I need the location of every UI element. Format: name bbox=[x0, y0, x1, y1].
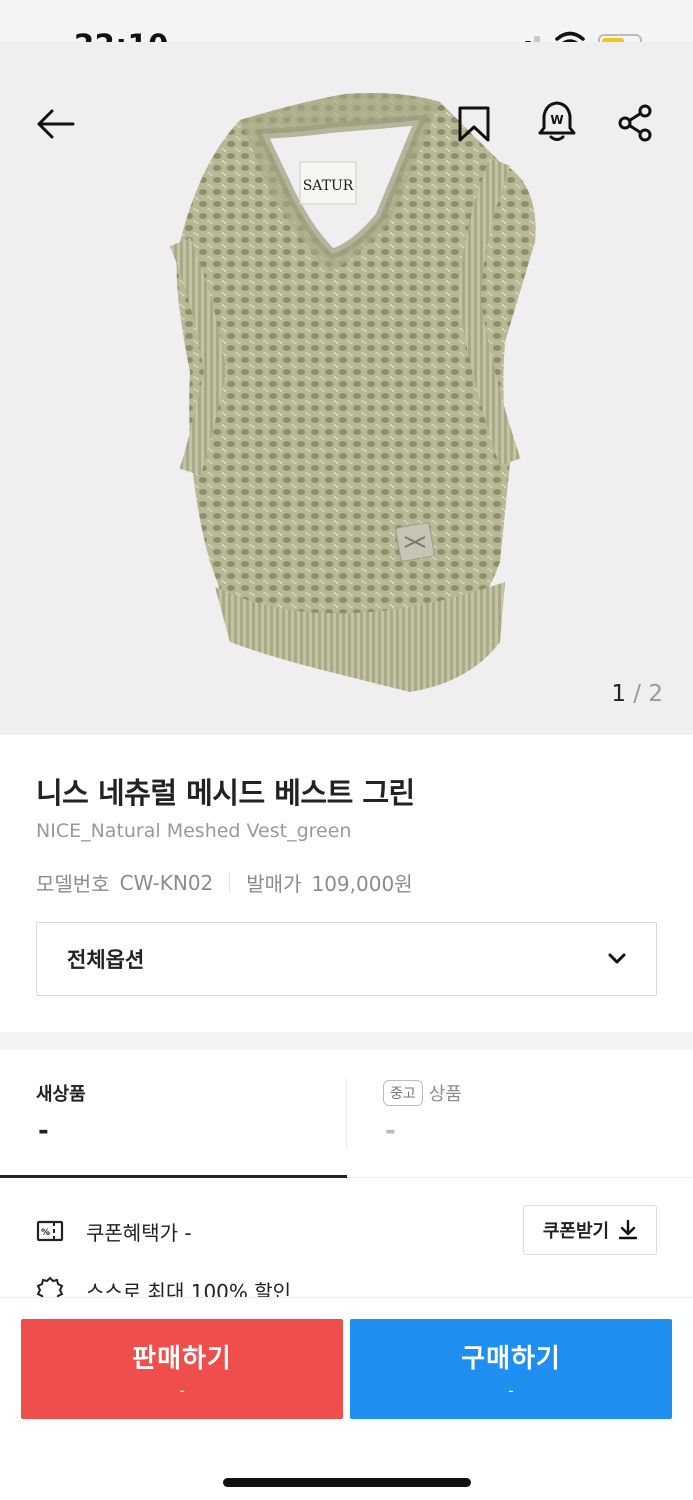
price-alert-button[interactable]: W bbox=[534, 98, 580, 146]
product-subtitle: NICE_Natural Meshed Vest_green bbox=[36, 820, 352, 842]
product-image: SATUR bbox=[169, 93, 536, 692]
coupon-price-text: 쿠폰혜택가 - bbox=[86, 1220, 192, 1245]
tab-used-head: 중고 상품 bbox=[383, 1080, 462, 1106]
sell-price: - bbox=[179, 1381, 185, 1400]
tab-new-label: 새상품 bbox=[36, 1084, 86, 1105]
release-price-label: 발매가 bbox=[246, 872, 302, 896]
svg-text:%: % bbox=[41, 1228, 50, 1238]
product-meta: 모델번호 CW-KN02 발매가 109,000원 bbox=[36, 868, 413, 897]
product-title: 니스 네츄럴 메시드 베스트 그린 bbox=[36, 776, 415, 810]
model-number-label: 모델번호 bbox=[36, 872, 110, 896]
tab-used-price: - bbox=[385, 1116, 396, 1146]
used-badge: 중고 bbox=[383, 1080, 423, 1106]
share-icon bbox=[618, 104, 652, 142]
pager-total: 2 bbox=[648, 681, 663, 707]
product-image-carousel[interactable]: SATUR W 1 / 2 bbox=[0, 42, 693, 735]
svg-text:W: W bbox=[550, 113, 563, 127]
get-coupon-label: 쿠폰받기 bbox=[542, 1221, 610, 1242]
option-select[interactable]: 전체옵션 bbox=[36, 922, 657, 996]
bottom-action-bar: 판매하기 - 구매하기 - bbox=[0, 1297, 693, 1500]
image-pager: 1 / 2 bbox=[611, 681, 663, 707]
price-alert-bell-icon: W bbox=[538, 101, 576, 141]
option-select-label: 전체옵션 bbox=[67, 948, 145, 972]
pager-separator: / bbox=[633, 681, 642, 707]
tab-used-label: 상품 bbox=[428, 1084, 462, 1105]
sell-label: 판매하기 bbox=[132, 1344, 232, 1374]
chevron-down-icon bbox=[608, 953, 626, 964]
home-indicator[interactable] bbox=[223, 1478, 471, 1487]
coupon-icon: % bbox=[36, 1220, 64, 1242]
model-number-value: CW-KN02 bbox=[119, 870, 214, 895]
share-button[interactable] bbox=[612, 100, 658, 146]
svg-text:SATUR: SATUR bbox=[303, 178, 354, 194]
back-button[interactable] bbox=[30, 102, 80, 146]
release-price-value: 109,000원 bbox=[311, 872, 413, 896]
buy-price: - bbox=[508, 1381, 514, 1400]
tab-new-product[interactable]: 새상품 - bbox=[0, 1050, 347, 1178]
get-coupon-button[interactable]: 쿠폰받기 bbox=[523, 1205, 657, 1255]
back-arrow-icon bbox=[37, 109, 75, 139]
pager-current: 1 bbox=[611, 681, 626, 707]
section-divider bbox=[0, 1032, 693, 1050]
sell-button[interactable]: 판매하기 - bbox=[21, 1319, 343, 1419]
coupon-row: % 쿠폰혜택가 - 쿠폰받기 bbox=[36, 1205, 657, 1257]
buy-label: 구매하기 bbox=[461, 1344, 561, 1374]
bookmark-icon bbox=[458, 106, 490, 142]
tab-used-product[interactable]: 중고 상품 - bbox=[347, 1050, 693, 1178]
download-icon bbox=[619, 1220, 638, 1240]
meta-divider bbox=[229, 871, 231, 894]
buy-button[interactable]: 구매하기 - bbox=[350, 1319, 672, 1419]
tab-new-price: - bbox=[38, 1116, 49, 1146]
bookmark-button[interactable] bbox=[452, 100, 496, 148]
